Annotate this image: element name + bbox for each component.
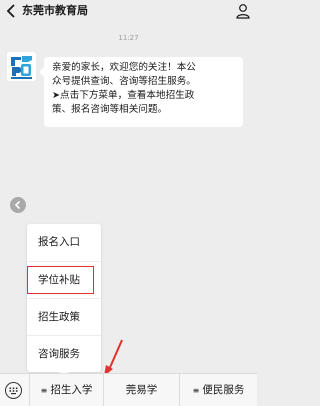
page-title: 东莞市教育局 xyxy=(22,4,88,17)
menu-item-policy[interactable]: 招生政策 xyxy=(27,298,101,335)
chat-header: 东莞市教育局 xyxy=(0,0,257,24)
tab-label: 莞易学 xyxy=(125,384,158,396)
keyboard-toggle[interactable] xyxy=(0,374,30,406)
tab-label: 便民服务 xyxy=(202,384,245,396)
arrow-annotation-icon xyxy=(104,339,123,376)
tab-label: 招生入学 xyxy=(50,384,93,396)
menu-lines-icon: ≡ xyxy=(40,386,48,395)
message-timestamp: 11:27 xyxy=(118,34,139,42)
popup-menu: 报名入口 学位补贴 招生政策 咨询服务 xyxy=(27,224,101,377)
keyboard-icon xyxy=(5,382,22,399)
education-bureau-logo[interactable] xyxy=(7,52,36,81)
message-line: 策、报名咨询等相关问题。 xyxy=(52,104,168,115)
highlight-box xyxy=(27,266,94,294)
menu-item-consult[interactable]: 咨询服务 xyxy=(27,335,101,372)
person-icon[interactable] xyxy=(235,3,251,19)
tab-public-services[interactable]: ≡ 便民服务 xyxy=(180,374,257,406)
chevron-left-icon[interactable] xyxy=(4,3,18,19)
message-line: 亲爱的家长，欢迎您的关注！本公 xyxy=(52,62,196,73)
chevron-left-icon xyxy=(14,200,21,210)
menu-item-registration[interactable]: 报名入口 xyxy=(27,224,101,261)
message-line: ➤点击下方菜单，查看本地招生政 xyxy=(52,90,195,101)
welcome-message-bubble: 亲爱的家长，欢迎您的关注！本公 众号提供查询、咨询等招生服务。 ➤点击下方菜单，… xyxy=(39,57,243,127)
tab-enrollment[interactable]: ≡ 招生入学 xyxy=(30,374,104,406)
menu-lines-icon: ≡ xyxy=(192,386,200,395)
bottom-menu-bar: ≡ 招生入学 莞易学 ≡ 便民服务 xyxy=(0,373,257,406)
tab-guanyixue[interactable]: 莞易学 xyxy=(104,374,180,406)
collapse-menu-button[interactable] xyxy=(10,197,26,213)
message-line: 众号提供查询、咨询等招生服务。 xyxy=(52,76,196,87)
